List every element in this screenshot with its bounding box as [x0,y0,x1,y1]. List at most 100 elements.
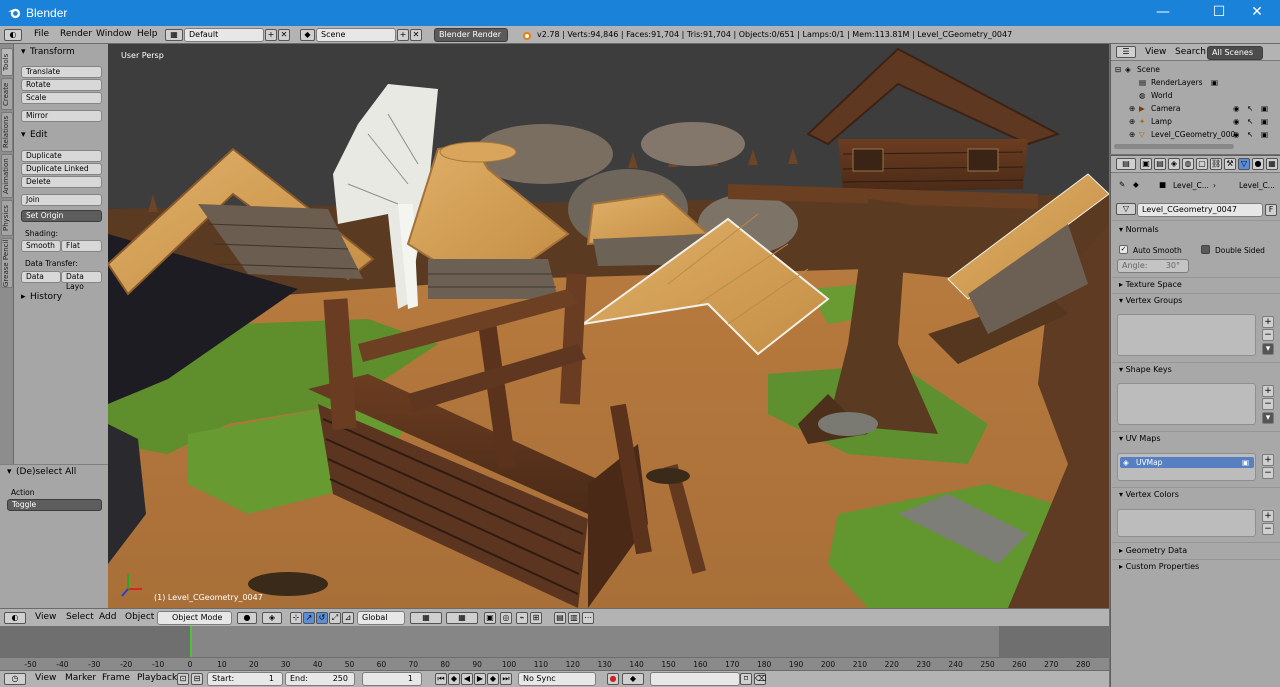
manipulator-toggle-icon[interactable]: ⊹ [290,612,302,624]
object-tab-icon[interactable]: ▢ [1196,158,1208,170]
translate-button[interactable]: Translate [21,66,102,78]
data-layout-button[interactable]: Data Layo [61,271,102,291]
viewport-menu-view[interactable]: View [35,612,56,622]
snap-target-icon[interactable]: ⊞ [530,612,542,624]
duplicate-linked-button[interactable]: Duplicate Linked [21,163,102,175]
jump-start-icon[interactable]: ⏮ [435,673,447,685]
vertex-groups-panel-header[interactable]: ▾ Vertex Groups [1119,296,1182,305]
pivot-point-icon[interactable]: ◈ [262,612,282,624]
edit-panel-title[interactable]: Edit [30,130,47,140]
visibility-eye-icon[interactable]: ◉ [1233,128,1240,141]
snap-icon[interactable]: ⌁ [516,612,528,624]
translate-manipulator-icon[interactable]: ↗ [303,612,315,624]
rotate-button[interactable]: Rotate [21,79,102,91]
viewport-shading-icon[interactable]: ● [237,612,257,624]
render-layers-tab-icon[interactable]: ▤ [1154,158,1166,170]
timeline-menu-view[interactable]: View [35,673,56,683]
layers-b-icon[interactable]: ▦ [446,612,478,624]
mode-select[interactable]: Object Mode [157,611,232,625]
render-engine-select[interactable]: Blender Render [434,28,508,42]
transform-panel-toggle-icon[interactable]: ▾ [21,47,26,57]
outliner-display-mode-select[interactable]: All Scenes [1207,46,1263,60]
viewport-editor-type-icon[interactable]: ◐ [4,612,26,624]
vertex-colors-panel-header[interactable]: ▾ Vertex Colors [1119,490,1179,499]
tab-grease-pencil[interactable]: Grease Pencil [1,238,13,288]
history-toggle-icon[interactable]: ▸ [21,292,26,302]
add-layout-icon[interactable]: + [265,29,277,41]
renderability-camera-icon[interactable]: ▣ [1261,128,1268,141]
remove-scene-icon[interactable]: ✕ [410,29,422,41]
tab-relations[interactable]: Relations [1,112,13,152]
delete-button[interactable]: Delete [21,176,102,188]
transform-orientation-select[interactable]: Global [357,611,405,625]
preview-range-icon[interactable]: ⊡ [177,673,189,685]
custom-properties-panel-header[interactable]: ▸ Custom Properties [1119,562,1199,571]
add-uv-map-button[interactable]: + [1262,454,1274,466]
mesh-datablock-icon[interactable]: ▽ [1116,203,1136,215]
auto-keying-icon[interactable]: ● [607,673,619,685]
visibility-eye-icon[interactable]: ◉ [1233,102,1240,115]
join-button[interactable]: Join [21,194,102,206]
action-select[interactable]: Toggle [7,499,102,511]
outliner-row-level-geometry[interactable]: ⊕ ▽ Level_CGeometry_000 ◉ ↖ ▣ [1111,128,1280,141]
vertex-groups-list[interactable] [1117,314,1256,356]
play-icon[interactable]: ▶ [474,673,486,685]
texture-space-panel-header[interactable]: ▸ Texture Space [1119,280,1182,289]
tab-create[interactable]: Create [1,78,13,110]
timeline-ruler[interactable]: -50 -40 -30 -20 -10 0 10 20 30 40 50 60 70 80 90 100 110… [0,657,1109,670]
shade-flat-button[interactable]: Flat [61,240,102,252]
3d-viewport[interactable]: User Persp (1) Level_CGeometry_0047 [108,44,1109,608]
double-sided-checkbox[interactable] [1201,245,1210,254]
shape-keys-panel-header[interactable]: ▾ Shape Keys [1119,365,1172,374]
uv-map-item[interactable]: ◈ UVMap ▣ [1120,457,1254,468]
uv-map-render-icon[interactable]: ▣ [1242,458,1249,467]
insert-keyframe-icon[interactable]: ⌑ [740,673,752,685]
prev-keyframe-icon[interactable]: ◆ [448,673,460,685]
outliner-menu-search[interactable]: Search [1175,47,1206,57]
menu-file[interactable]: File [34,29,49,39]
outliner-menu-view[interactable]: View [1145,47,1166,57]
timeline-menu-frame[interactable]: Frame [102,673,130,683]
geometry-data-panel-header[interactable]: ▸ Geometry Data [1119,546,1187,555]
remove-shape-key-button[interactable]: − [1262,398,1274,410]
edit-panel-toggle-icon[interactable]: ▾ [21,130,26,140]
expand-icon[interactable]: ⊟ [1115,63,1121,76]
expand-icon[interactable]: ⊕ [1129,115,1135,128]
end-frame-field[interactable]: End: 250 [285,672,355,686]
sync-mode-select[interactable]: No Sync [518,672,596,686]
jump-end-icon[interactable]: ⏭ [500,673,512,685]
add-vertex-color-button[interactable]: + [1262,510,1274,522]
editor-type-icon[interactable]: ◐ [4,29,22,41]
layers-a-icon[interactable]: ▦ [410,612,442,624]
fake-user-button[interactable]: F [1265,204,1277,216]
close-button[interactable]: ✕ [1234,0,1280,26]
outliner-row-world[interactable]: ◍ World [1111,89,1280,102]
duplicate-button[interactable]: Duplicate [21,150,102,162]
scene-tab-icon[interactable]: ◈ [1168,158,1180,170]
next-keyframe-icon[interactable]: ◆ [487,673,499,685]
texture-tab-icon[interactable]: ▦ [1266,158,1278,170]
vertex-colors-list[interactable] [1117,509,1256,537]
history-panel-title[interactable]: History [30,292,62,302]
screen-layout-icon[interactable]: ▦ [165,29,183,41]
selectability-cursor-icon[interactable]: ↖ [1247,115,1253,128]
menu-help[interactable]: Help [137,29,158,39]
normals-panel-header[interactable]: ▾ Normals [1119,225,1159,234]
active-keying-set-field[interactable] [650,672,740,686]
mesh-data-tab-icon[interactable]: ▽ [1238,158,1250,170]
menu-window[interactable]: Window [96,29,132,39]
remove-layout-icon[interactable]: ✕ [278,29,290,41]
expand-icon[interactable]: ⊕ [1129,128,1135,141]
scene-icon[interactable]: ◆ [300,29,315,41]
timeline-menu-marker[interactable]: Marker [65,673,96,683]
tab-tools[interactable]: Tools [1,48,13,76]
current-frame-field[interactable]: 1 [362,672,422,686]
start-frame-field[interactable]: Start: 1 [207,672,283,686]
shape-key-specials-icon[interactable]: ▾ [1262,412,1274,424]
world-tab-icon[interactable]: ◍ [1182,158,1194,170]
viewport-menu-object[interactable]: Object [125,612,154,622]
add-scene-icon[interactable]: + [397,29,409,41]
scene-field[interactable]: Scene [316,28,396,42]
tab-animation[interactable]: Animation [1,154,13,198]
outliner-row-lamp[interactable]: ⊕ ✦ Lamp ◉ ↖ ▣ [1111,115,1280,128]
